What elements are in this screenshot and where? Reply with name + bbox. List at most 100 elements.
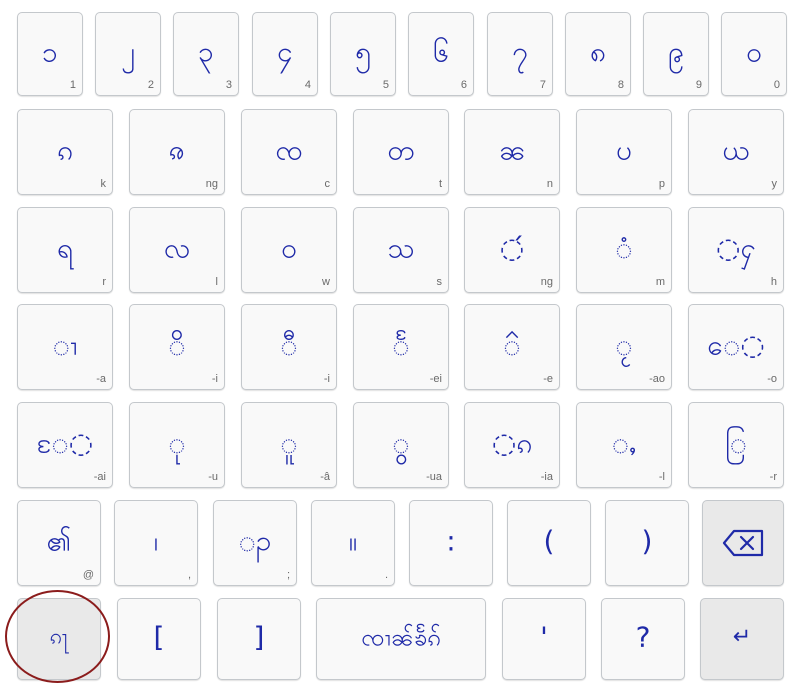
- key-digit-3[interactable]: ၃3: [173, 12, 239, 96]
- key-vowel-o[interactable]: ေ◌ -o: [688, 304, 784, 390]
- key-sublabel: c: [324, 178, 331, 190]
- key-punct-period[interactable]: ။.: [311, 500, 395, 586]
- key-l[interactable]: လl: [129, 207, 225, 293]
- key-sublabel: -ei: [429, 373, 442, 385]
- key-glyph: ]: [253, 620, 265, 654]
- key-r[interactable]: ရr: [17, 207, 113, 293]
- key-vowel-ei[interactable]: ◌ႅ -ei: [353, 304, 449, 390]
- key-question[interactable]: ?: [601, 598, 685, 680]
- key-p[interactable]: ပp: [576, 109, 672, 195]
- key-glyph: [: [153, 620, 165, 654]
- key-sublabel: ,: [187, 569, 191, 581]
- key-digit-7[interactable]: ၇7: [487, 12, 553, 96]
- key-n[interactable]: ၼn: [464, 109, 560, 195]
- backspace-key[interactable]: [702, 500, 784, 586]
- key-paren-open[interactable]: (: [507, 500, 591, 586]
- key-glyph: ၉: [668, 35, 684, 69]
- key-h[interactable]: ◌ႁ h: [688, 207, 784, 293]
- key-digit-2[interactable]: ၂2: [95, 12, 161, 96]
- key-glyph: ၆: [433, 35, 449, 69]
- key-sublabel: 0: [773, 79, 780, 91]
- key-paren-close[interactable]: ): [605, 500, 689, 586]
- key-sublabel: 9: [695, 79, 702, 91]
- key-digit-5[interactable]: ၅5: [330, 12, 396, 96]
- key-apostrophe[interactable]: ': [502, 598, 586, 680]
- key-medial-l[interactable]: ◌ႇ -l: [576, 402, 672, 488]
- key-sublabel: -e: [543, 373, 553, 385]
- key-sublabel: -ia: [540, 471, 553, 483]
- key-sublabel: ng: [205, 178, 218, 190]
- key-bracket-close[interactable]: ]: [217, 598, 301, 680]
- key-s[interactable]: သs: [353, 207, 449, 293]
- key-bracket-open[interactable]: [: [117, 598, 201, 680]
- key-sublabel: 6: [460, 79, 467, 91]
- key-digit-9[interactable]: ၉9: [643, 12, 709, 96]
- key-glyph: လ: [163, 231, 191, 265]
- key-c[interactable]: ၸc: [241, 109, 337, 195]
- key-punct-comma[interactable]: ၊,: [114, 500, 198, 586]
- enter-icon: ↵: [732, 624, 752, 650]
- key-glyph: ြ: [724, 426, 748, 460]
- key-sublabel: -ua: [426, 471, 442, 483]
- key-digit-0[interactable]: ၀0: [721, 12, 787, 96]
- key-glyph: ၁: [42, 35, 58, 69]
- key-sublabel: -a: [96, 373, 106, 385]
- key-sublabel: l: [215, 276, 218, 288]
- key-sublabel: 7: [539, 79, 546, 91]
- key-glyph: ယ: [722, 133, 750, 167]
- key-sublabel: 4: [304, 79, 311, 91]
- key-vowel-ai[interactable]: ႄ◌ -ai: [17, 402, 113, 488]
- key-sublabel: w: [322, 276, 330, 288]
- key-digit-8[interactable]: ၈8: [565, 12, 631, 96]
- key-digit-6[interactable]: ၆6: [408, 12, 474, 96]
- key-glyph: :: [446, 524, 456, 558]
- key-vowel-u[interactable]: ◌ု -u: [129, 402, 225, 488]
- key-glyph: ၷ: [169, 133, 185, 167]
- key-vowel-i[interactable]: ◌ိ -i: [129, 304, 225, 390]
- key-sublabel: 3: [225, 79, 232, 91]
- key-sublabel: -i: [211, 373, 218, 385]
- key-sublabel: s: [436, 276, 443, 288]
- key-glyph: ၀: [746, 35, 762, 69]
- key-glyph: သ: [387, 231, 415, 265]
- key-vowel-e[interactable]: ◌ၳ -e: [464, 304, 560, 390]
- key-glyph: ၄: [277, 35, 293, 69]
- key-vowel-a[interactable]: ◌ၢ -a: [17, 304, 113, 390]
- key-punct-semicolon[interactable]: ၣ;: [213, 500, 297, 586]
- key-glyph: ရ: [56, 231, 74, 265]
- key-medial-r[interactable]: ြ -r: [688, 402, 784, 488]
- key-glyph: (: [543, 524, 555, 558]
- key-sublabel: 1: [69, 79, 76, 91]
- key-sublabel: -u: [208, 471, 218, 483]
- key-glyph: ၅: [355, 35, 371, 69]
- key-vowel-ao[interactable]: ◌ႂ -ao: [576, 304, 672, 390]
- space-bar[interactable]: ၸၢၼ်ၶႅၵ်: [316, 598, 486, 680]
- key-m-mark[interactable]: ◌ံ m: [576, 207, 672, 293]
- key-sublabel: t: [438, 178, 442, 190]
- key-glyph: ◌ံ: [615, 231, 633, 265]
- key-vowel-aa[interactable]: ◌ူ -â: [241, 402, 337, 488]
- key-ng-mark[interactable]: ◌́ ng: [464, 207, 560, 293]
- key-vowel-ia[interactable]: ◌ၵ -ia: [464, 402, 560, 488]
- key-k[interactable]: ၵk: [17, 109, 113, 195]
- key-symbol-at[interactable]: ၏ @: [17, 500, 101, 586]
- key-ng[interactable]: ၷ ng: [129, 109, 225, 195]
- key-glyph: ◌ီ: [280, 328, 298, 362]
- key-w[interactable]: ဝw: [241, 207, 337, 293]
- key-colon[interactable]: :: [409, 500, 493, 586]
- key-t[interactable]: တt: [353, 109, 449, 195]
- key-vowel-ii[interactable]: ◌ီ -i: [241, 304, 337, 390]
- key-glyph: ။: [348, 524, 358, 558]
- key-glyph: ၸ: [275, 133, 303, 167]
- key-vowel-ua[interactable]: ◌ွ -ua: [353, 402, 449, 488]
- key-glyph: ၼ: [498, 133, 526, 167]
- key-glyph: ◌ွ: [392, 426, 410, 460]
- key-glyph: ◌ူ: [280, 426, 298, 460]
- key-glyph: ၏: [46, 524, 72, 558]
- key-digit-1[interactable]: ၁1: [17, 12, 83, 96]
- key-y[interactable]: ယy: [688, 109, 784, 195]
- key-digit-4[interactable]: ၄4: [252, 12, 318, 96]
- enter-key[interactable]: ↵: [700, 598, 784, 680]
- key-sublabel: m: [655, 276, 665, 288]
- language-switch-key[interactable]: ၵႃ: [17, 598, 101, 680]
